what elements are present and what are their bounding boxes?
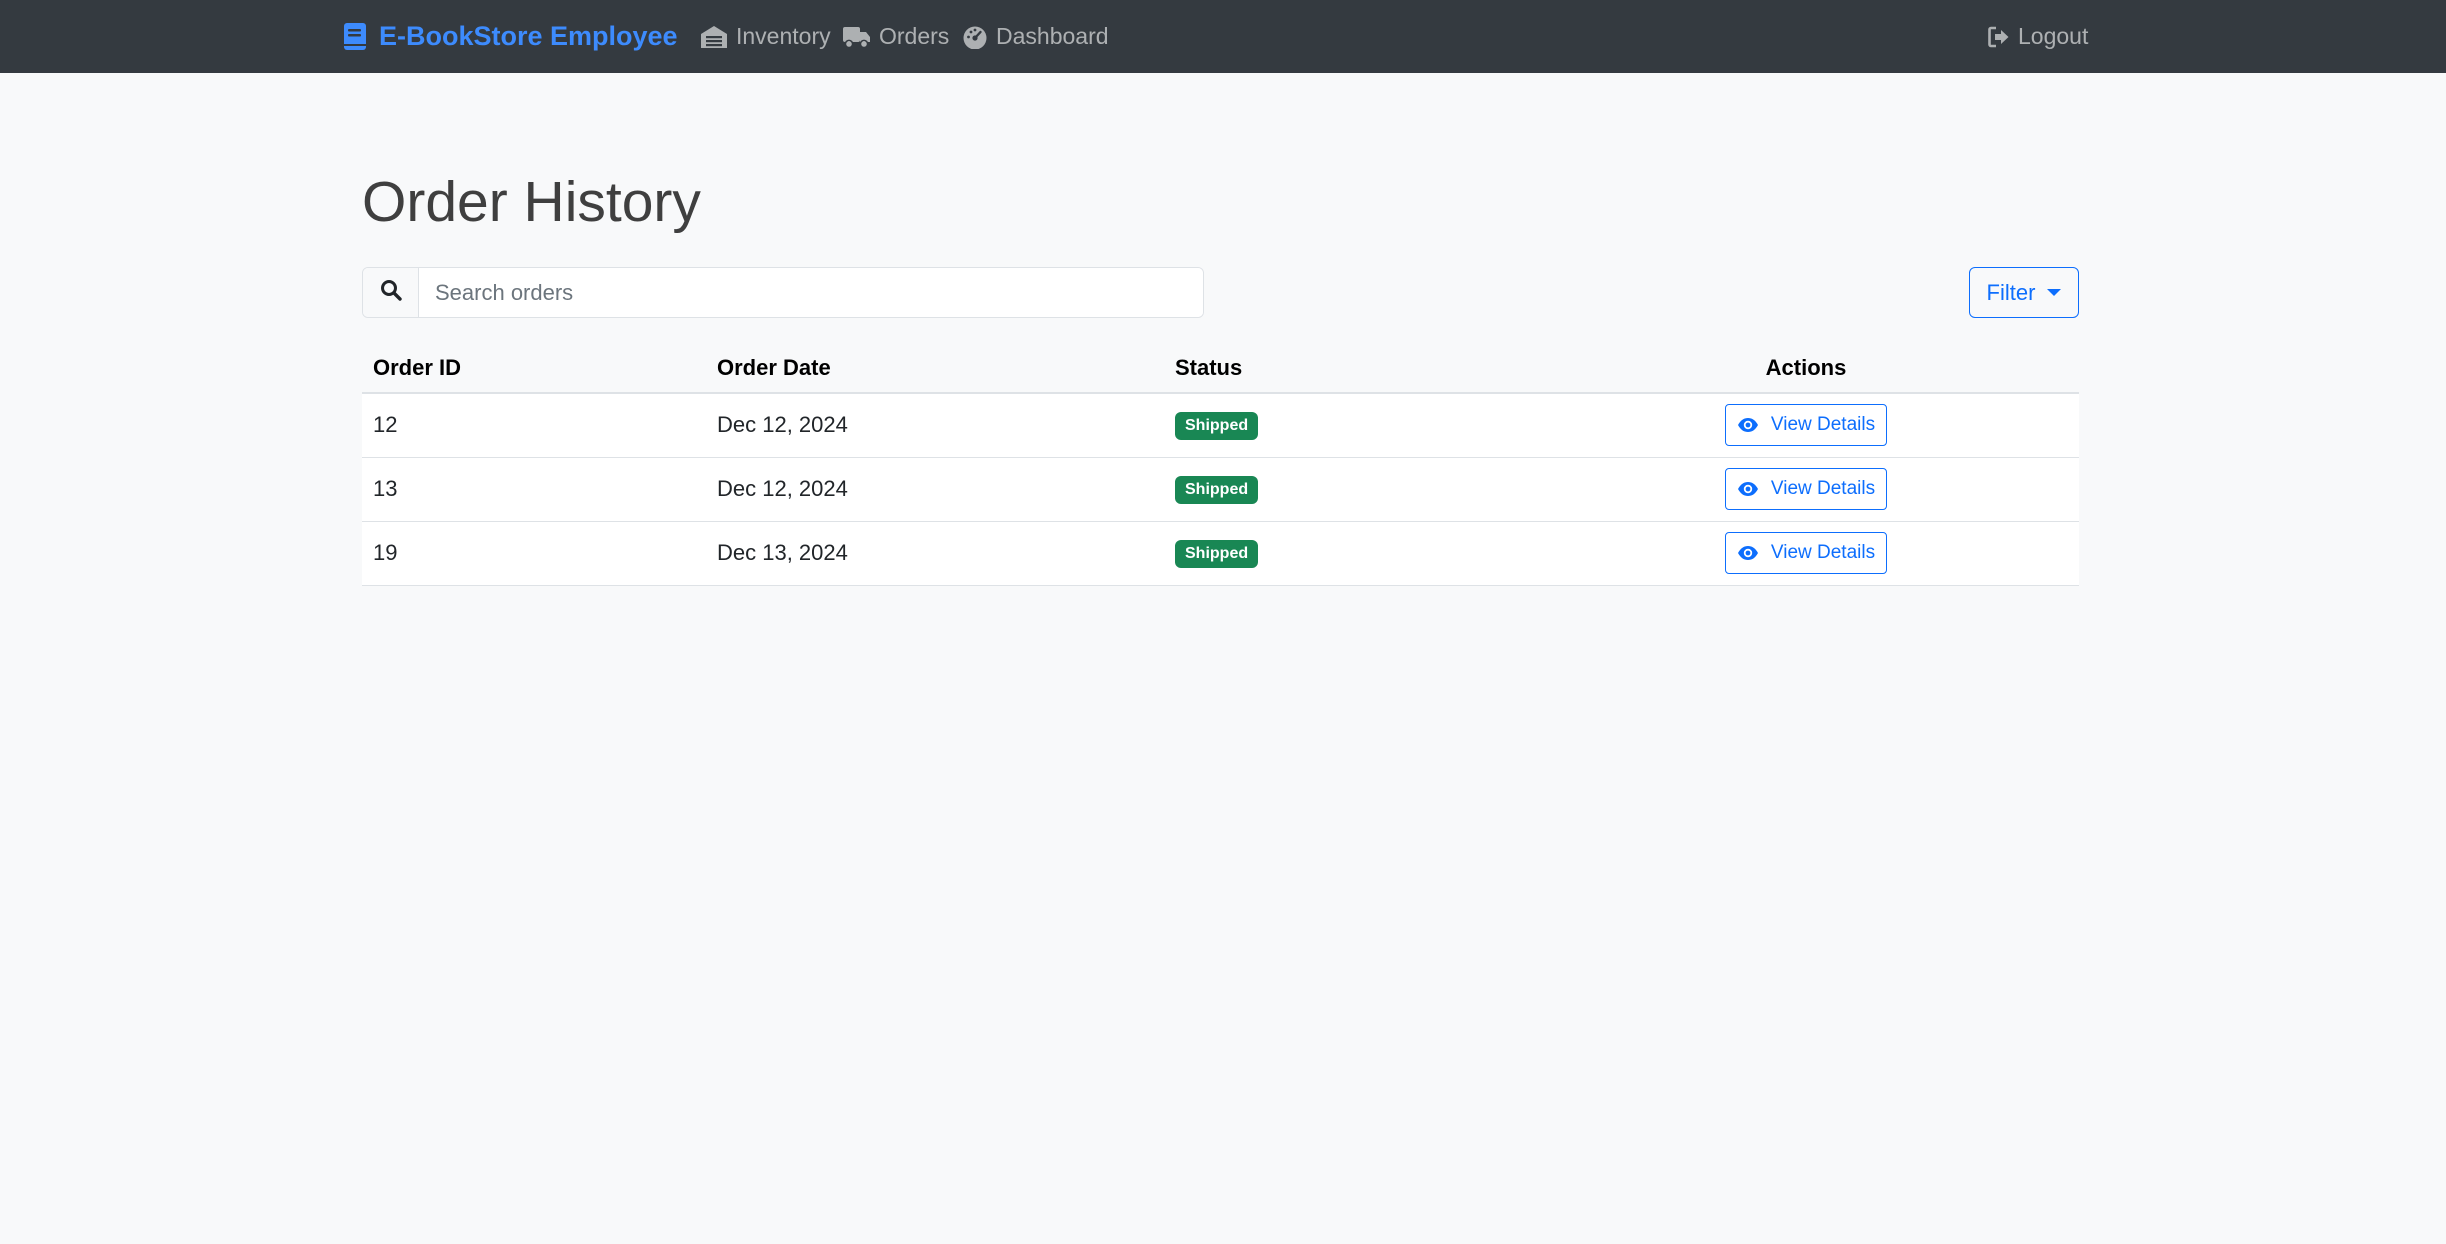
header-status: Status <box>1164 343 1533 394</box>
nav-orders-label: Orders <box>879 23 950 49</box>
top-navbar: E-BookStore Employee Inventory Orders Da… <box>0 0 2446 73</box>
orders-table: Order ID Order Date Status Actions 12 De… <box>362 343 2079 586</box>
header-order-id: Order ID <box>362 343 706 394</box>
view-details-button[interactable]: View Details <box>1724 468 1888 510</box>
nav-dashboard-label: Dashboard <box>996 23 1109 49</box>
view-details-label: View Details <box>1770 478 1876 499</box>
order-date-cell: Dec 12, 2024 <box>706 457 1164 522</box>
table-header-row: Order ID Order Date Status Actions <box>362 343 2079 394</box>
table-row: 19 Dec 13, 2024 Shipped View Details <box>362 521 2079 586</box>
sign-out-icon <box>1988 26 2010 48</box>
status-cell: Shipped <box>1164 457 1533 522</box>
view-details-label: View Details <box>1770 542 1876 563</box>
logout-label: Logout <box>2018 23 2089 49</box>
header-order-date: Order Date <box>706 343 1164 394</box>
status-cell: Shipped <box>1164 521 1533 586</box>
status-badge: Shipped <box>1175 475 1259 505</box>
brand-label: E-BookStore Employee <box>379 21 678 51</box>
page-title: Order History <box>362 170 701 234</box>
view-details-label: View Details <box>1770 414 1876 436</box>
chevron-down-icon <box>2047 289 2062 296</box>
actions-cell: View Details <box>1533 521 2079 586</box>
order-id-cell: 12 <box>362 393 706 458</box>
order-id-cell: 19 <box>362 521 706 586</box>
eye-icon <box>1737 417 1759 433</box>
order-id-cell: 13 <box>362 457 706 522</box>
eye-icon <box>1737 481 1759 497</box>
nav-dashboard[interactable]: Dashboard <box>962 0 1109 73</box>
gauge-icon <box>962 25 988 49</box>
brand-link[interactable]: E-BookStore Employee <box>343 0 678 73</box>
logout-link[interactable]: Logout <box>1988 0 2088 73</box>
status-cell: Shipped <box>1164 393 1533 458</box>
truck-icon <box>843 25 871 49</box>
actions-cell: View Details <box>1533 457 2079 522</box>
table-row: 13 Dec 12, 2024 Shipped View Details <box>362 457 2079 522</box>
nav-orders[interactable]: Orders <box>843 0 949 73</box>
filter-label: Filter <box>1986 279 2036 305</box>
warehouse-icon <box>700 25 728 49</box>
search-addon <box>363 268 419 317</box>
book-icon <box>343 22 367 51</box>
view-details-button[interactable]: View Details <box>1724 404 1888 447</box>
header-actions: Actions <box>1533 343 2079 394</box>
order-date-cell: Dec 13, 2024 <box>706 521 1164 586</box>
actions-cell: View Details <box>1533 393 2079 458</box>
search-group <box>362 267 1204 318</box>
eye-icon <box>1737 545 1759 561</box>
order-date-cell: Dec 12, 2024 <box>706 393 1164 458</box>
nav-inventory-label: Inventory <box>736 23 831 49</box>
status-badge: Shipped <box>1175 539 1259 569</box>
search-icon <box>380 279 402 306</box>
filter-dropdown-button[interactable]: Filter <box>1969 267 2079 318</box>
search-input[interactable] <box>419 268 1203 317</box>
nav-inventory[interactable]: Inventory <box>700 0 831 73</box>
view-details-button[interactable]: View Details <box>1724 532 1888 574</box>
table-row: 12 Dec 12, 2024 Shipped View Details <box>362 393 2079 458</box>
status-badge: Shipped <box>1175 412 1259 441</box>
